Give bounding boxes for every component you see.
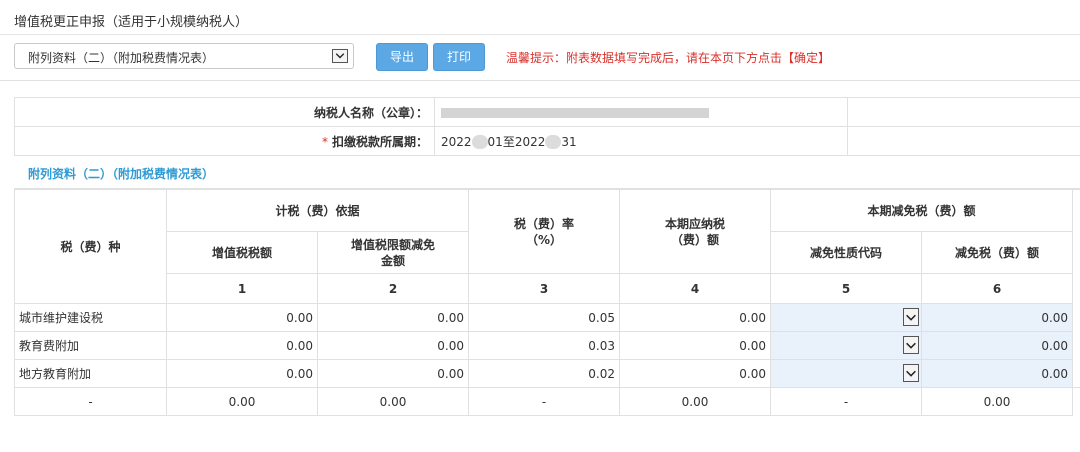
chevron-down-icon[interactable] bbox=[903, 308, 920, 326]
table-row: 城市维护建设税 0.00 0.00 0.05 0.00 0.00 bbox=[14, 303, 1080, 332]
form-select[interactable]: 附列资料（二）（附加税费情况表） bbox=[14, 43, 354, 69]
right-edge-cell bbox=[1072, 189, 1080, 388]
rate-header-text: 税（费）率（%） bbox=[514, 216, 575, 247]
total-vat-amount-cell: 0.00 bbox=[166, 387, 318, 416]
info-blank-cell bbox=[847, 126, 1080, 156]
section-divider bbox=[0, 80, 1080, 81]
taxpayer-name-value bbox=[434, 97, 848, 127]
column-number: 1 bbox=[166, 273, 318, 304]
reduction-code-select[interactable] bbox=[770, 359, 923, 388]
rate-header: 税（费）率（%） bbox=[468, 189, 621, 274]
period-end-suffix: 31 bbox=[561, 134, 577, 149]
column-number: 6 bbox=[921, 273, 1074, 304]
hint-text: 温馨提示：附表数据填写完成后，请在本页下方点击【确定】 bbox=[506, 51, 831, 65]
redacted-month bbox=[545, 135, 562, 149]
chevron-down-icon[interactable] bbox=[903, 364, 920, 382]
total-payable-cell: 0.00 bbox=[619, 387, 772, 416]
rate-cell: 0.03 bbox=[468, 331, 621, 360]
reduction-amount-input[interactable]: 0.00 bbox=[921, 331, 1074, 360]
chevron-down-icon[interactable] bbox=[903, 336, 920, 354]
reduction-code-select[interactable] bbox=[770, 303, 923, 332]
vat-limit-reduction-cell: 0.00 bbox=[316, 359, 470, 388]
payable-header: 本期应纳税（费）额 bbox=[619, 189, 772, 274]
redacted-month bbox=[471, 135, 488, 149]
table-row: 地方教育附加 0.00 0.00 0.02 0.00 0.00 bbox=[14, 359, 1080, 388]
payable-cell: 0.00 bbox=[619, 303, 772, 332]
payable-cell: 0.00 bbox=[619, 359, 772, 388]
tax-type-cell: 城市维护建设税 bbox=[14, 303, 167, 332]
column-number: 2 bbox=[316, 273, 470, 304]
tax-type-header: 税（费）种 bbox=[14, 189, 167, 304]
payable-header-text: 本期应纳税（费）额 bbox=[665, 216, 726, 247]
total-reduction-code-cell: - bbox=[770, 387, 923, 416]
vat-amount-cell: 0.00 bbox=[166, 331, 318, 360]
period-label-cell: * 扣缴税款所属期： bbox=[14, 126, 435, 156]
tax-type-cell: 地方教育附加 bbox=[14, 359, 167, 388]
reduction-code-header: 减免性质代码 bbox=[770, 231, 923, 274]
vat-limit-reduction-cell: 0.00 bbox=[316, 303, 470, 332]
rate-cell: 0.05 bbox=[468, 303, 621, 332]
redacted-name bbox=[441, 107, 709, 118]
reduction-amount-input[interactable]: 0.00 bbox=[921, 303, 1074, 332]
period-start-prefix: 2022 bbox=[441, 134, 472, 149]
table-row: 教育费附加 0.00 0.00 0.03 0.00 0.00 bbox=[14, 331, 1080, 360]
vat-limit-reduction-cell: 0.00 bbox=[316, 331, 470, 360]
total-name-cell: - bbox=[14, 387, 167, 416]
total-vat-limit-reduction-cell: 0.00 bbox=[316, 387, 470, 416]
column-number: 5 bbox=[770, 273, 923, 304]
period-value: 2022 01至2022 31 bbox=[434, 126, 848, 156]
rate-cell: 0.02 bbox=[468, 359, 621, 388]
column-number: 3 bbox=[468, 273, 621, 304]
attachment-title: 附列资料（二）（附加税费情况表） bbox=[28, 167, 215, 181]
total-row: - 0.00 0.00 - 0.00 - 0.00 bbox=[14, 387, 1080, 416]
reduction-group-header: 本期减免税（费）额 bbox=[770, 189, 1074, 232]
export-button[interactable]: 导出 bbox=[376, 43, 428, 71]
total-reduction-amount-cell: 0.00 bbox=[921, 387, 1074, 416]
reduction-code-select[interactable] bbox=[770, 331, 923, 360]
tax-type-cell: 教育费附加 bbox=[14, 331, 167, 360]
vat-limit-reduction-header-text: 增值税限额减免金额 bbox=[350, 237, 435, 268]
vat-amount-header: 增值税税额 bbox=[166, 231, 318, 274]
vat-limit-reduction-header: 增值税限额减免金额 bbox=[316, 231, 470, 274]
vat-amount-cell: 0.00 bbox=[166, 303, 318, 332]
period-label: 扣缴税款所属期： bbox=[331, 134, 428, 149]
total-rate-cell: - bbox=[468, 387, 621, 416]
reduction-amount-header: 减免税（费）额 bbox=[921, 231, 1074, 274]
taxpayer-info-table: 纳税人名称（公章）： * 扣缴税款所属期： 2022 01至2022 31 bbox=[14, 97, 1080, 156]
surtax-table: 税（费）种 计税（费）依据 税（费）率（%） 本期应纳税（费）额 本期减免税（费… bbox=[14, 189, 1080, 416]
required-mark: * bbox=[321, 134, 328, 149]
chevron-down-icon[interactable] bbox=[332, 49, 348, 63]
vat-amount-cell: 0.00 bbox=[166, 359, 318, 388]
basis-group-header: 计税（费）依据 bbox=[165, 189, 470, 232]
reduction-amount-input[interactable]: 0.00 bbox=[921, 359, 1074, 388]
info-blank-cell bbox=[847, 97, 1080, 127]
form-select-value: 附列资料（二）（附加税费情况表） bbox=[28, 51, 215, 65]
print-button[interactable]: 打印 bbox=[433, 43, 485, 71]
period-start-suffix: 01至2022 bbox=[487, 134, 546, 149]
payable-cell: 0.00 bbox=[619, 331, 772, 360]
title-divider bbox=[0, 34, 1080, 35]
page-title: 增值税更正申报（适用于小规模纳税人） bbox=[14, 15, 249, 30]
taxpayer-name-label: 纳税人名称（公章）： bbox=[14, 97, 435, 127]
column-number: 4 bbox=[619, 273, 772, 304]
